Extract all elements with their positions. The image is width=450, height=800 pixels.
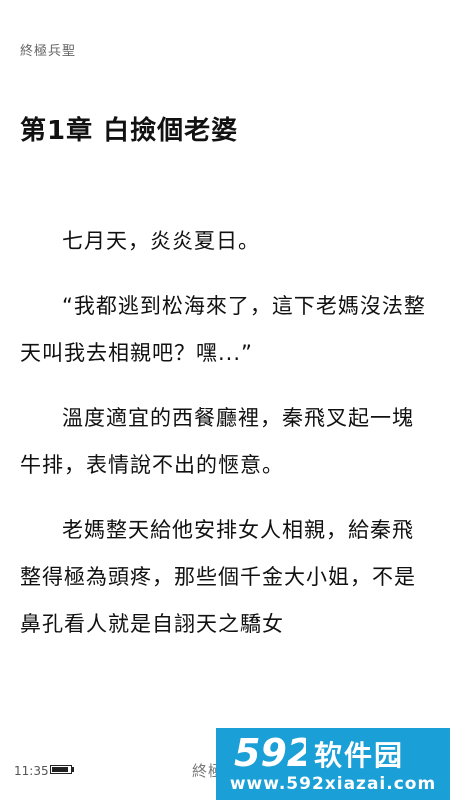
watermark-url: www.592xiazai.com xyxy=(229,774,437,794)
watermark-cn-text: 软件园 xyxy=(314,739,405,772)
paragraph: 七月天，炎炎夏日。 xyxy=(62,229,260,253)
watermark-logo-text: 592 xyxy=(234,732,306,772)
battery-level-fill xyxy=(52,767,69,772)
battery-icon xyxy=(50,765,72,774)
chapter-title: 第1章 白撿個老婆 xyxy=(20,116,239,146)
paragraph: 溫度適宜的西餐廳裡，秦飛叉起一塊牛排，表情說不出的愜意。 xyxy=(20,406,414,477)
chapter-content[interactable]: 七月天，炎炎夏日。 “我都逃到松海來了，這下老媽沒法整天叫我去相親吧？嘿...”… xyxy=(20,218,430,666)
status-time: 11:35 xyxy=(14,764,49,778)
battery-tip xyxy=(72,767,74,772)
book-name-header: 終極兵聖 xyxy=(20,44,77,59)
watermark-logo: 592 xyxy=(234,732,306,772)
watermark-banner: 592 软件园 www.592xiazai.com xyxy=(216,728,450,800)
paragraph: “我都逃到松海來了，這下老媽沒法整天叫我去相親吧？嘿...” xyxy=(20,294,426,365)
paragraph: 老媽整天給他安排女人相親，給秦飛整得極為頭疼，那些個千金大小姐，不是鼻孔看人就是… xyxy=(20,518,416,636)
